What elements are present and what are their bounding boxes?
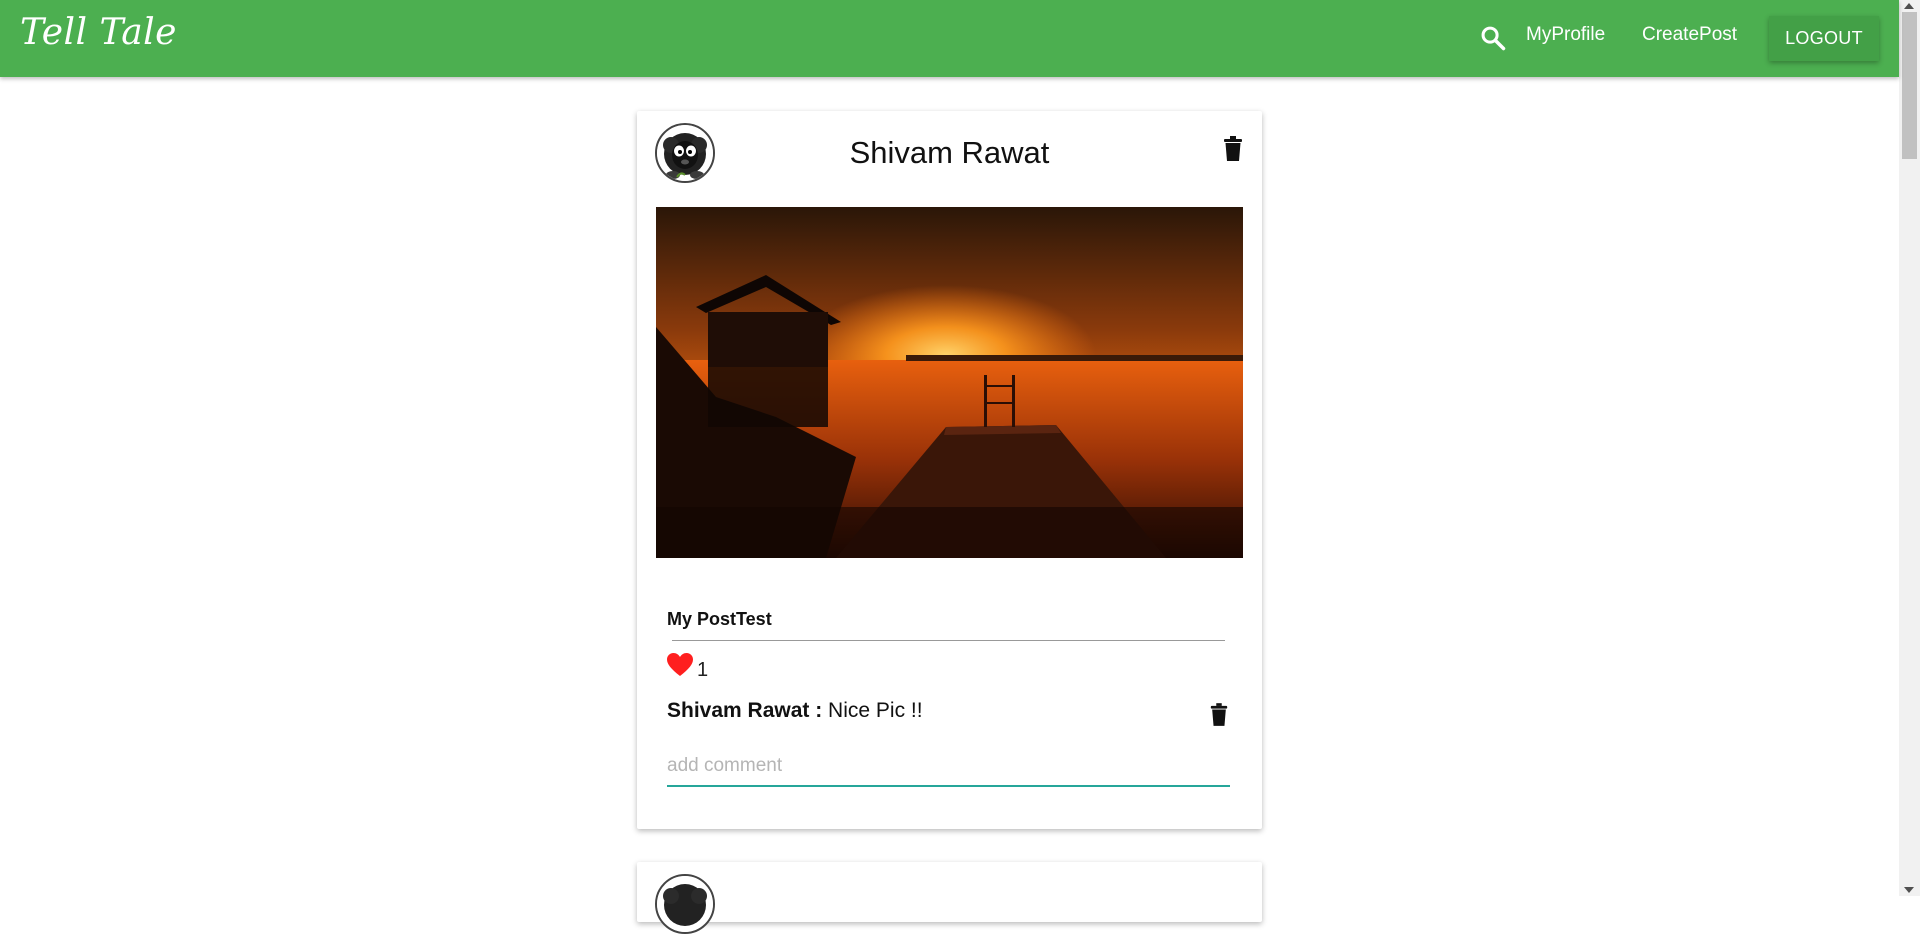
comment-author: Shivam Rawat : [667, 699, 823, 722]
scroll-down-arrow-icon[interactable] [1904, 887, 1914, 893]
nav-link-createpost[interactable]: CreatePost [1642, 24, 1737, 46]
scrollbar-thumb[interactable] [1902, 12, 1917, 159]
post-image [656, 207, 1243, 558]
navbar: Tell Tale MyProfile CreatePost LOGOUT [0, 0, 1899, 77]
brand-logo[interactable]: Tell Tale [20, 12, 177, 53]
comment-item: Shivam Rawat : Nice Pic !! [667, 699, 923, 723]
post-author-name[interactable]: Shivam Rawat [637, 135, 1262, 171]
sheep-avatar-icon [655, 874, 715, 934]
heart-icon[interactable] [667, 653, 693, 677]
page-scrollbar[interactable] [1899, 0, 1920, 896]
trash-icon[interactable] [1222, 136, 1244, 162]
search-icon[interactable] [1479, 24, 1507, 52]
comment-text: Nice Pic !! [822, 699, 923, 722]
logout-button[interactable]: LOGOUT [1769, 16, 1879, 61]
post-title: My PostTest [667, 609, 772, 629]
likes-count: 1 [697, 659, 709, 681]
scroll-up-arrow-icon[interactable] [1904, 3, 1914, 9]
nav-link-myprofile[interactable]: MyProfile [1526, 24, 1605, 46]
post-card [637, 862, 1262, 934]
post-card: Shivam Rawat My PostTest 1 Shivam Rawat … [637, 111, 1262, 829]
comment-input[interactable] [667, 747, 1230, 787]
trash-icon[interactable] [1209, 703, 1229, 727]
title-divider [672, 640, 1225, 641]
